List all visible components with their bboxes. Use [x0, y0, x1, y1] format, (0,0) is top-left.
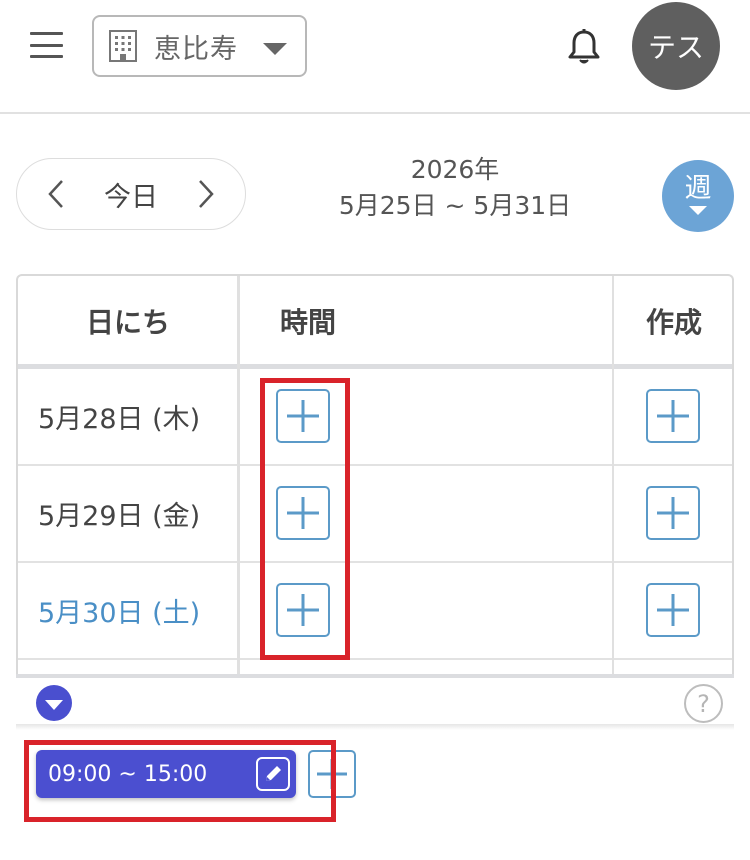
collapse-toggle-button[interactable] — [36, 685, 72, 721]
create-button[interactable] — [646, 583, 700, 637]
add-slot-button[interactable] — [308, 750, 356, 798]
range-year: 2026年 — [410, 155, 500, 184]
column-header-time: 時間 — [280, 306, 337, 339]
chevron-right-icon[interactable] — [197, 179, 215, 209]
plus-icon — [287, 400, 319, 432]
chevron-left-icon[interactable] — [47, 179, 65, 209]
caret-down-icon — [689, 205, 707, 215]
plus-icon — [657, 594, 689, 626]
table-row: 5月28日 (木) — [18, 369, 732, 466]
create-button[interactable] — [646, 389, 700, 443]
date-cell: 5月29日 (金) — [38, 501, 201, 532]
chevron-down-icon — [263, 43, 287, 55]
table-row: 5月29日 (金) — [18, 466, 732, 563]
bell-icon[interactable] — [566, 28, 602, 66]
panel-shadow — [16, 724, 734, 730]
add-time-button[interactable] — [276, 389, 330, 443]
plus-icon — [287, 594, 319, 626]
add-time-button[interactable] — [276, 583, 330, 637]
pencil-icon — [266, 766, 281, 781]
date-cell: 5月28日 (木) — [38, 404, 201, 435]
create-button[interactable] — [646, 486, 700, 540]
edit-time-button[interactable] — [256, 757, 290, 791]
time-slot-chip[interactable]: 09:00 ~ 15:00 — [36, 750, 296, 798]
table-header: 日にち 時間 作成 — [18, 276, 732, 366]
caret-down-icon — [45, 700, 63, 710]
view-toggle-label: 週 — [684, 172, 712, 204]
date-range: 2026年 5月25日 ~ 5月31日 — [300, 152, 610, 224]
view-toggle-button[interactable]: 週 — [662, 160, 734, 232]
location-label: 恵比寿 — [154, 33, 238, 65]
help-button[interactable]: ? — [684, 684, 723, 723]
time-slot-label: 09:00 ~ 15:00 — [48, 761, 208, 787]
range-span: 5月25日 ~ 5月31日 — [338, 191, 572, 220]
column-header-create: 作成 — [645, 306, 702, 339]
column-divider — [612, 276, 614, 674]
table-bottom-border — [16, 674, 734, 678]
table-row: 5月30日 (土) — [18, 563, 732, 660]
today-button[interactable]: 今日 — [104, 175, 158, 214]
location-selector[interactable]: 恵比寿 — [92, 15, 307, 77]
date-navigator: 今日 — [16, 158, 246, 230]
schedule-table: 日にち 時間 作成 5月28日 (木) 5月29日 (金) 5月30日 (土) — [16, 274, 734, 674]
date-cell: 5月30日 (土) — [38, 598, 201, 629]
plus-icon — [657, 497, 689, 529]
avatar[interactable]: テス — [632, 2, 720, 90]
menu-icon[interactable] — [30, 32, 63, 58]
plus-icon — [657, 400, 689, 432]
header-divider — [0, 112, 750, 114]
column-divider — [237, 276, 240, 674]
plus-icon — [287, 497, 319, 529]
add-time-button[interactable] — [276, 486, 330, 540]
column-header-date: 日にち — [85, 306, 170, 339]
plus-icon — [317, 759, 347, 789]
building-icon — [109, 30, 137, 62]
